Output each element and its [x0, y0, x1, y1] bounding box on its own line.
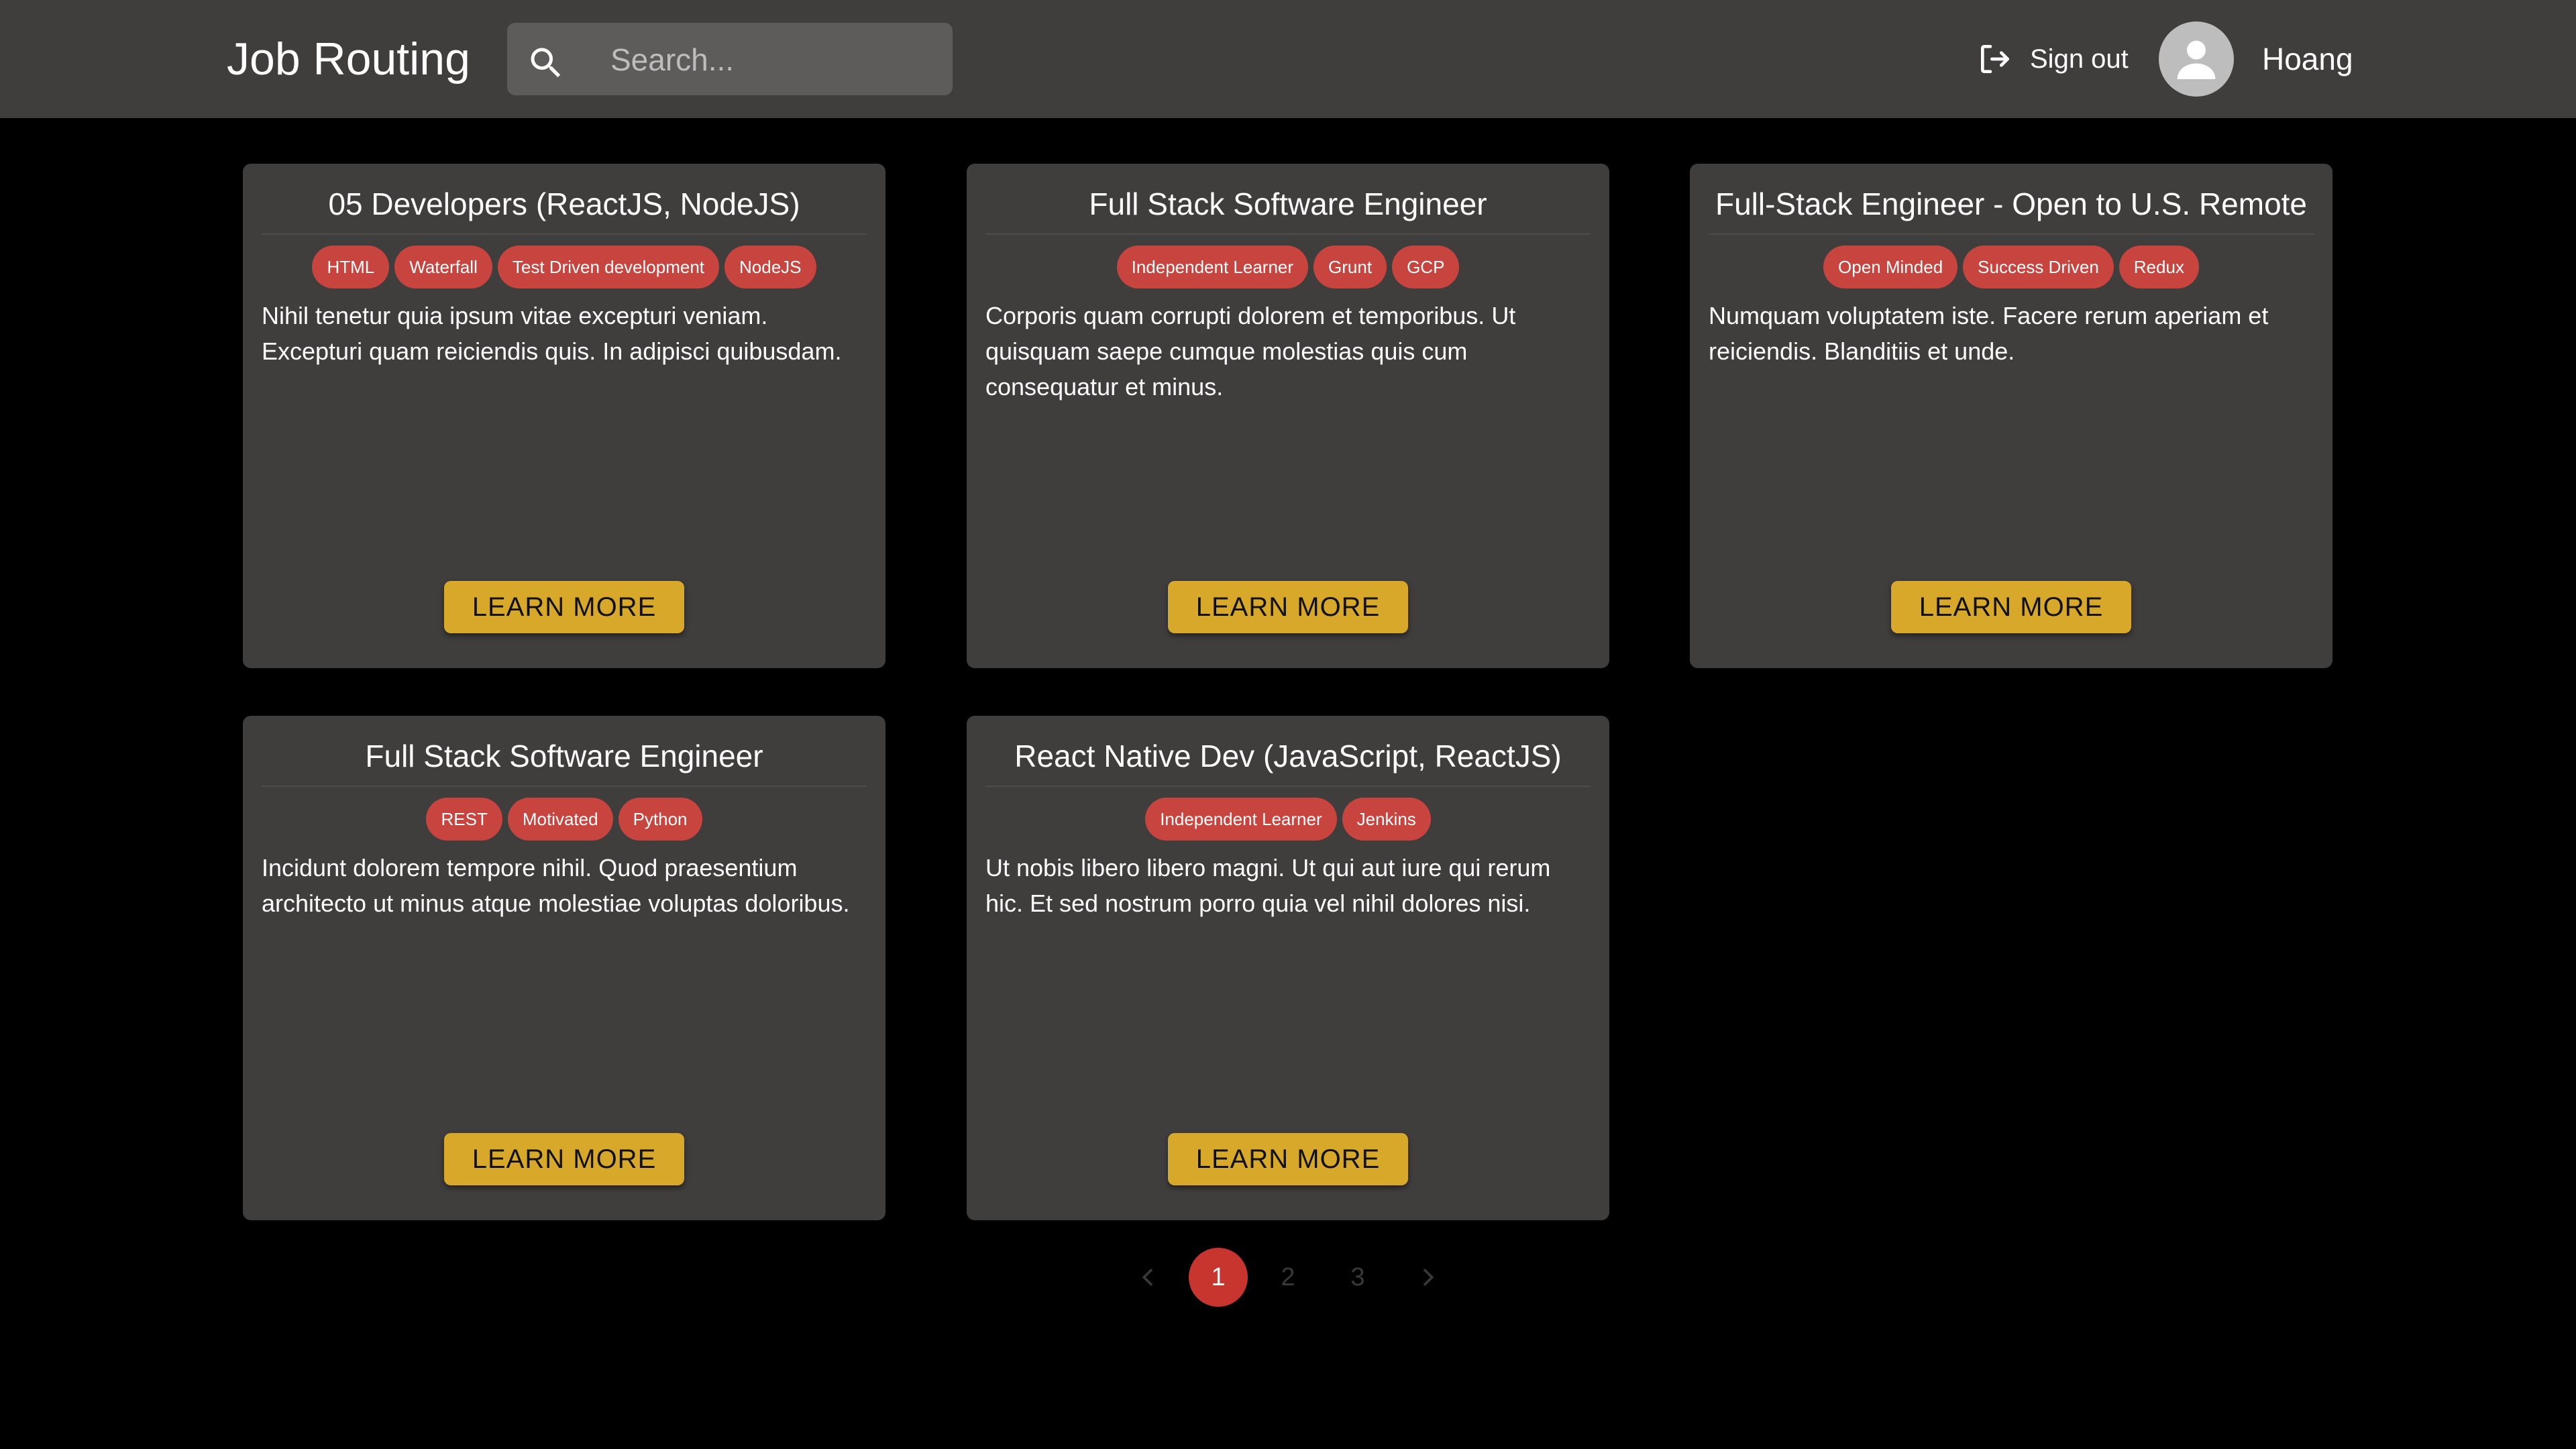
job-title: Full Stack Software Engineer	[365, 739, 763, 773]
skill-tag: Waterfall	[394, 246, 492, 288]
skill-tags: Open Minded Success Driven Redux	[1709, 246, 2314, 288]
divider	[262, 233, 867, 235]
learn-more-button[interactable]: LEARN MORE	[1168, 581, 1408, 633]
job-description: Nihil tenetur quia ipsum vitae excepturi…	[262, 302, 842, 365]
job-title: 05 Developers (ReactJS, NodeJS)	[328, 186, 800, 221]
skill-tag: Test Driven development	[497, 246, 720, 288]
job-card: Full Stack Software Engineer Independent…	[967, 164, 1609, 668]
skill-tag: Python	[618, 798, 702, 841]
skill-tag: Redux	[2118, 246, 2199, 288]
skill-tag: GCP	[1392, 246, 1460, 288]
skill-tag: HTML	[312, 246, 390, 288]
chevron-left-icon	[1142, 1269, 1153, 1286]
next-page-button[interactable]	[1398, 1248, 1457, 1307]
job-card: 05 Developers (ReactJS, NodeJS) HTML Wat…	[243, 164, 885, 668]
learn-more-button[interactable]: LEARN MORE	[444, 581, 684, 633]
job-card: React Native Dev (JavaScript, ReactJS) I…	[967, 716, 1609, 1220]
user-icon	[2177, 40, 2216, 79]
sign-out-label: Sign out	[2030, 44, 2129, 74]
skill-tag: Grunt	[1313, 246, 1387, 288]
job-title: React Native Dev (JavaScript, ReactJS)	[1014, 739, 1562, 773]
sign-out-button[interactable]: Sign out	[1976, 38, 2129, 80]
user-name: Hoang	[2262, 42, 2353, 76]
skill-tags: Independent Learner Grunt GCP	[985, 246, 1591, 288]
job-title: Full Stack Software Engineer	[1089, 186, 1487, 221]
skill-tag: Independent Learner	[1116, 246, 1309, 288]
search-icon	[531, 48, 561, 78]
job-title: Full-Stack Engineer - Open to U.S. Remot…	[1715, 186, 2308, 221]
divider	[985, 233, 1591, 235]
skill-tag: Open Minded	[1823, 246, 1958, 288]
skill-tags: Independent Learner Jenkins	[985, 798, 1591, 841]
app-header: Job Routing Sign out Hoang	[0, 0, 2576, 118]
pagination: 1 2 3	[1114, 1248, 1462, 1307]
skill-tag: REST	[426, 798, 502, 841]
page-button-3[interactable]: 3	[1328, 1248, 1387, 1307]
job-description: Corporis quam corrupti dolorem et tempor…	[985, 302, 1516, 400]
search-input[interactable]	[609, 23, 941, 97]
page-button-2[interactable]: 2	[1258, 1248, 1318, 1307]
learn-more-button[interactable]: LEARN MORE	[1891, 581, 2131, 633]
job-card: Full-Stack Engineer - Open to U.S. Remot…	[1690, 164, 2332, 668]
learn-more-button[interactable]: LEARN MORE	[444, 1133, 684, 1185]
skill-tag: Independent Learner	[1145, 798, 1337, 841]
skill-tag: Motivated	[507, 798, 613, 841]
divider	[262, 786, 867, 787]
skill-tags: HTML Waterfall Test Driven development N…	[262, 246, 867, 288]
skill-tag: Success Driven	[1963, 246, 2114, 288]
learn-more-button[interactable]: LEARN MORE	[1168, 1133, 1408, 1185]
app-title[interactable]: Job Routing	[227, 30, 470, 89]
logout-icon	[1981, 45, 2009, 73]
avatar[interactable]	[2159, 21, 2234, 97]
skill-tags: REST Motivated Python	[262, 798, 867, 841]
job-card: Full Stack Software Engineer REST Motiva…	[243, 716, 885, 1220]
skill-tag: Jenkins	[1342, 798, 1431, 841]
previous-page-button[interactable]	[1119, 1248, 1178, 1307]
job-description: Incidunt dolorem tempore nihil. Quod pra…	[262, 854, 850, 917]
job-description: Ut nobis libero libero magni. Ut qui aut…	[985, 854, 1551, 917]
skill-tag: NodeJS	[724, 246, 816, 288]
search-box[interactable]	[507, 23, 953, 97]
divider	[1709, 233, 2314, 235]
page-button-1[interactable]: 1	[1189, 1248, 1248, 1307]
divider	[985, 786, 1591, 787]
chevron-right-icon	[1423, 1269, 1434, 1286]
job-description: Numquam voluptatem iste. Facere rerum ap…	[1709, 302, 2269, 365]
